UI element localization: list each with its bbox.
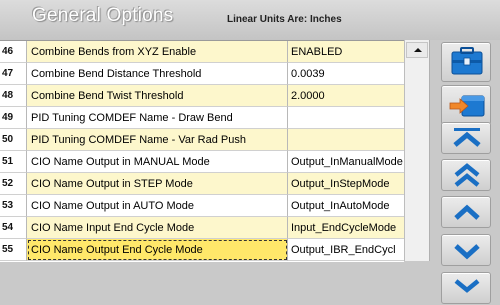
toolbox-icon (451, 47, 483, 75)
row-number: 50 (0, 129, 27, 151)
line-down-button[interactable] (441, 234, 491, 266)
line-up-button[interactable] (441, 196, 491, 228)
option-value[interactable]: Input_EndCycleMode (288, 217, 404, 239)
page-title: General Options (32, 5, 174, 26)
option-name: CIO Name Output in AUTO Mode (27, 195, 288, 217)
units-label: Linear Units Are: Inches (227, 14, 342, 25)
option-name: CIO Name Output End Cycle Mode (27, 239, 288, 261)
triangle-up-icon (414, 48, 422, 52)
import-button[interactable] (441, 85, 491, 125)
row-number: 51 (0, 151, 27, 173)
option-value[interactable]: 2.0000 (288, 85, 404, 107)
table-row-selected[interactable]: 55 CIO Name Output End Cycle Mode Output… (0, 239, 404, 261)
row-number: 54 (0, 217, 27, 239)
row-number: 46 (0, 41, 27, 63)
table-row[interactable]: 49 PID Tuning COMDEF Name - Draw Bend (0, 107, 404, 129)
scroll-top-button[interactable] (441, 122, 491, 154)
scroll-up-button[interactable] (406, 42, 428, 58)
table-row[interactable]: 53 CIO Name Output in AUTO Mode Output_I… (0, 195, 404, 217)
row-number: 48 (0, 85, 27, 107)
options-grid: 46 Combine Bends from XYZ Enable ENABLED… (0, 40, 404, 262)
table-row[interactable]: 47 Combine Bend Distance Threshold 0.003… (0, 63, 404, 85)
page-up-button[interactable] (441, 159, 491, 191)
title-bar: General Options Linear Units Are: Inches (0, 0, 500, 40)
option-value[interactable]: ENABLED (288, 41, 404, 63)
option-value[interactable] (288, 107, 404, 129)
table-row[interactable]: 46 Combine Bends from XYZ Enable ENABLED (0, 41, 404, 63)
table-row[interactable]: 52 CIO Name Output in STEP Mode Output_I… (0, 173, 404, 195)
double-chevron-up-icon (454, 163, 480, 187)
option-name: Combine Bend Distance Threshold (27, 63, 288, 85)
double-chevron-down-icon (454, 279, 480, 293)
option-name: PID Tuning COMDEF Name - Var Rad Push (27, 129, 288, 151)
page-down-button[interactable] (441, 272, 491, 304)
table-row[interactable]: 50 PID Tuning COMDEF Name - Var Rad Push (0, 129, 404, 151)
table-row[interactable]: 54 CIO Name Input End Cycle Mode Input_E… (0, 217, 404, 239)
row-number: 53 (0, 195, 27, 217)
row-number: 47 (0, 63, 27, 85)
vertical-scrollbar[interactable] (404, 40, 430, 261)
option-value[interactable] (288, 129, 404, 151)
option-name: CIO Name Input End Cycle Mode (27, 217, 288, 239)
toolbox-button[interactable] (441, 42, 491, 82)
scroll-top-icon (453, 128, 481, 147)
table-row[interactable]: 48 Combine Bend Twist Threshold 2.0000 (0, 85, 404, 107)
chevron-up-icon (454, 204, 480, 220)
option-value[interactable]: Output_InStepMode (288, 173, 404, 195)
option-name: Combine Bends from XYZ Enable (27, 41, 288, 63)
option-name: Combine Bend Twist Threshold (27, 85, 288, 107)
option-value[interactable]: Output_InAutoMode (288, 195, 404, 217)
row-number: 52 (0, 173, 27, 195)
option-name: PID Tuning COMDEF Name - Draw Bend (27, 107, 288, 129)
option-name: CIO Name Output in MANUAL Mode (27, 151, 288, 173)
option-value[interactable]: Output_IBR_EndCycl (288, 239, 404, 261)
row-number: 49 (0, 107, 27, 129)
option-value[interactable]: Output_InManualMode (288, 151, 404, 173)
import-arrow-icon (449, 95, 485, 117)
navigation-sidebar (429, 40, 500, 304)
chevron-down-icon (454, 244, 480, 260)
table-row[interactable]: 51 CIO Name Output in MANUAL Mode Output… (0, 151, 404, 173)
row-number: 55 (0, 239, 27, 261)
option-name: CIO Name Output in STEP Mode (27, 173, 288, 195)
option-value[interactable]: 0.0039 (288, 63, 404, 85)
